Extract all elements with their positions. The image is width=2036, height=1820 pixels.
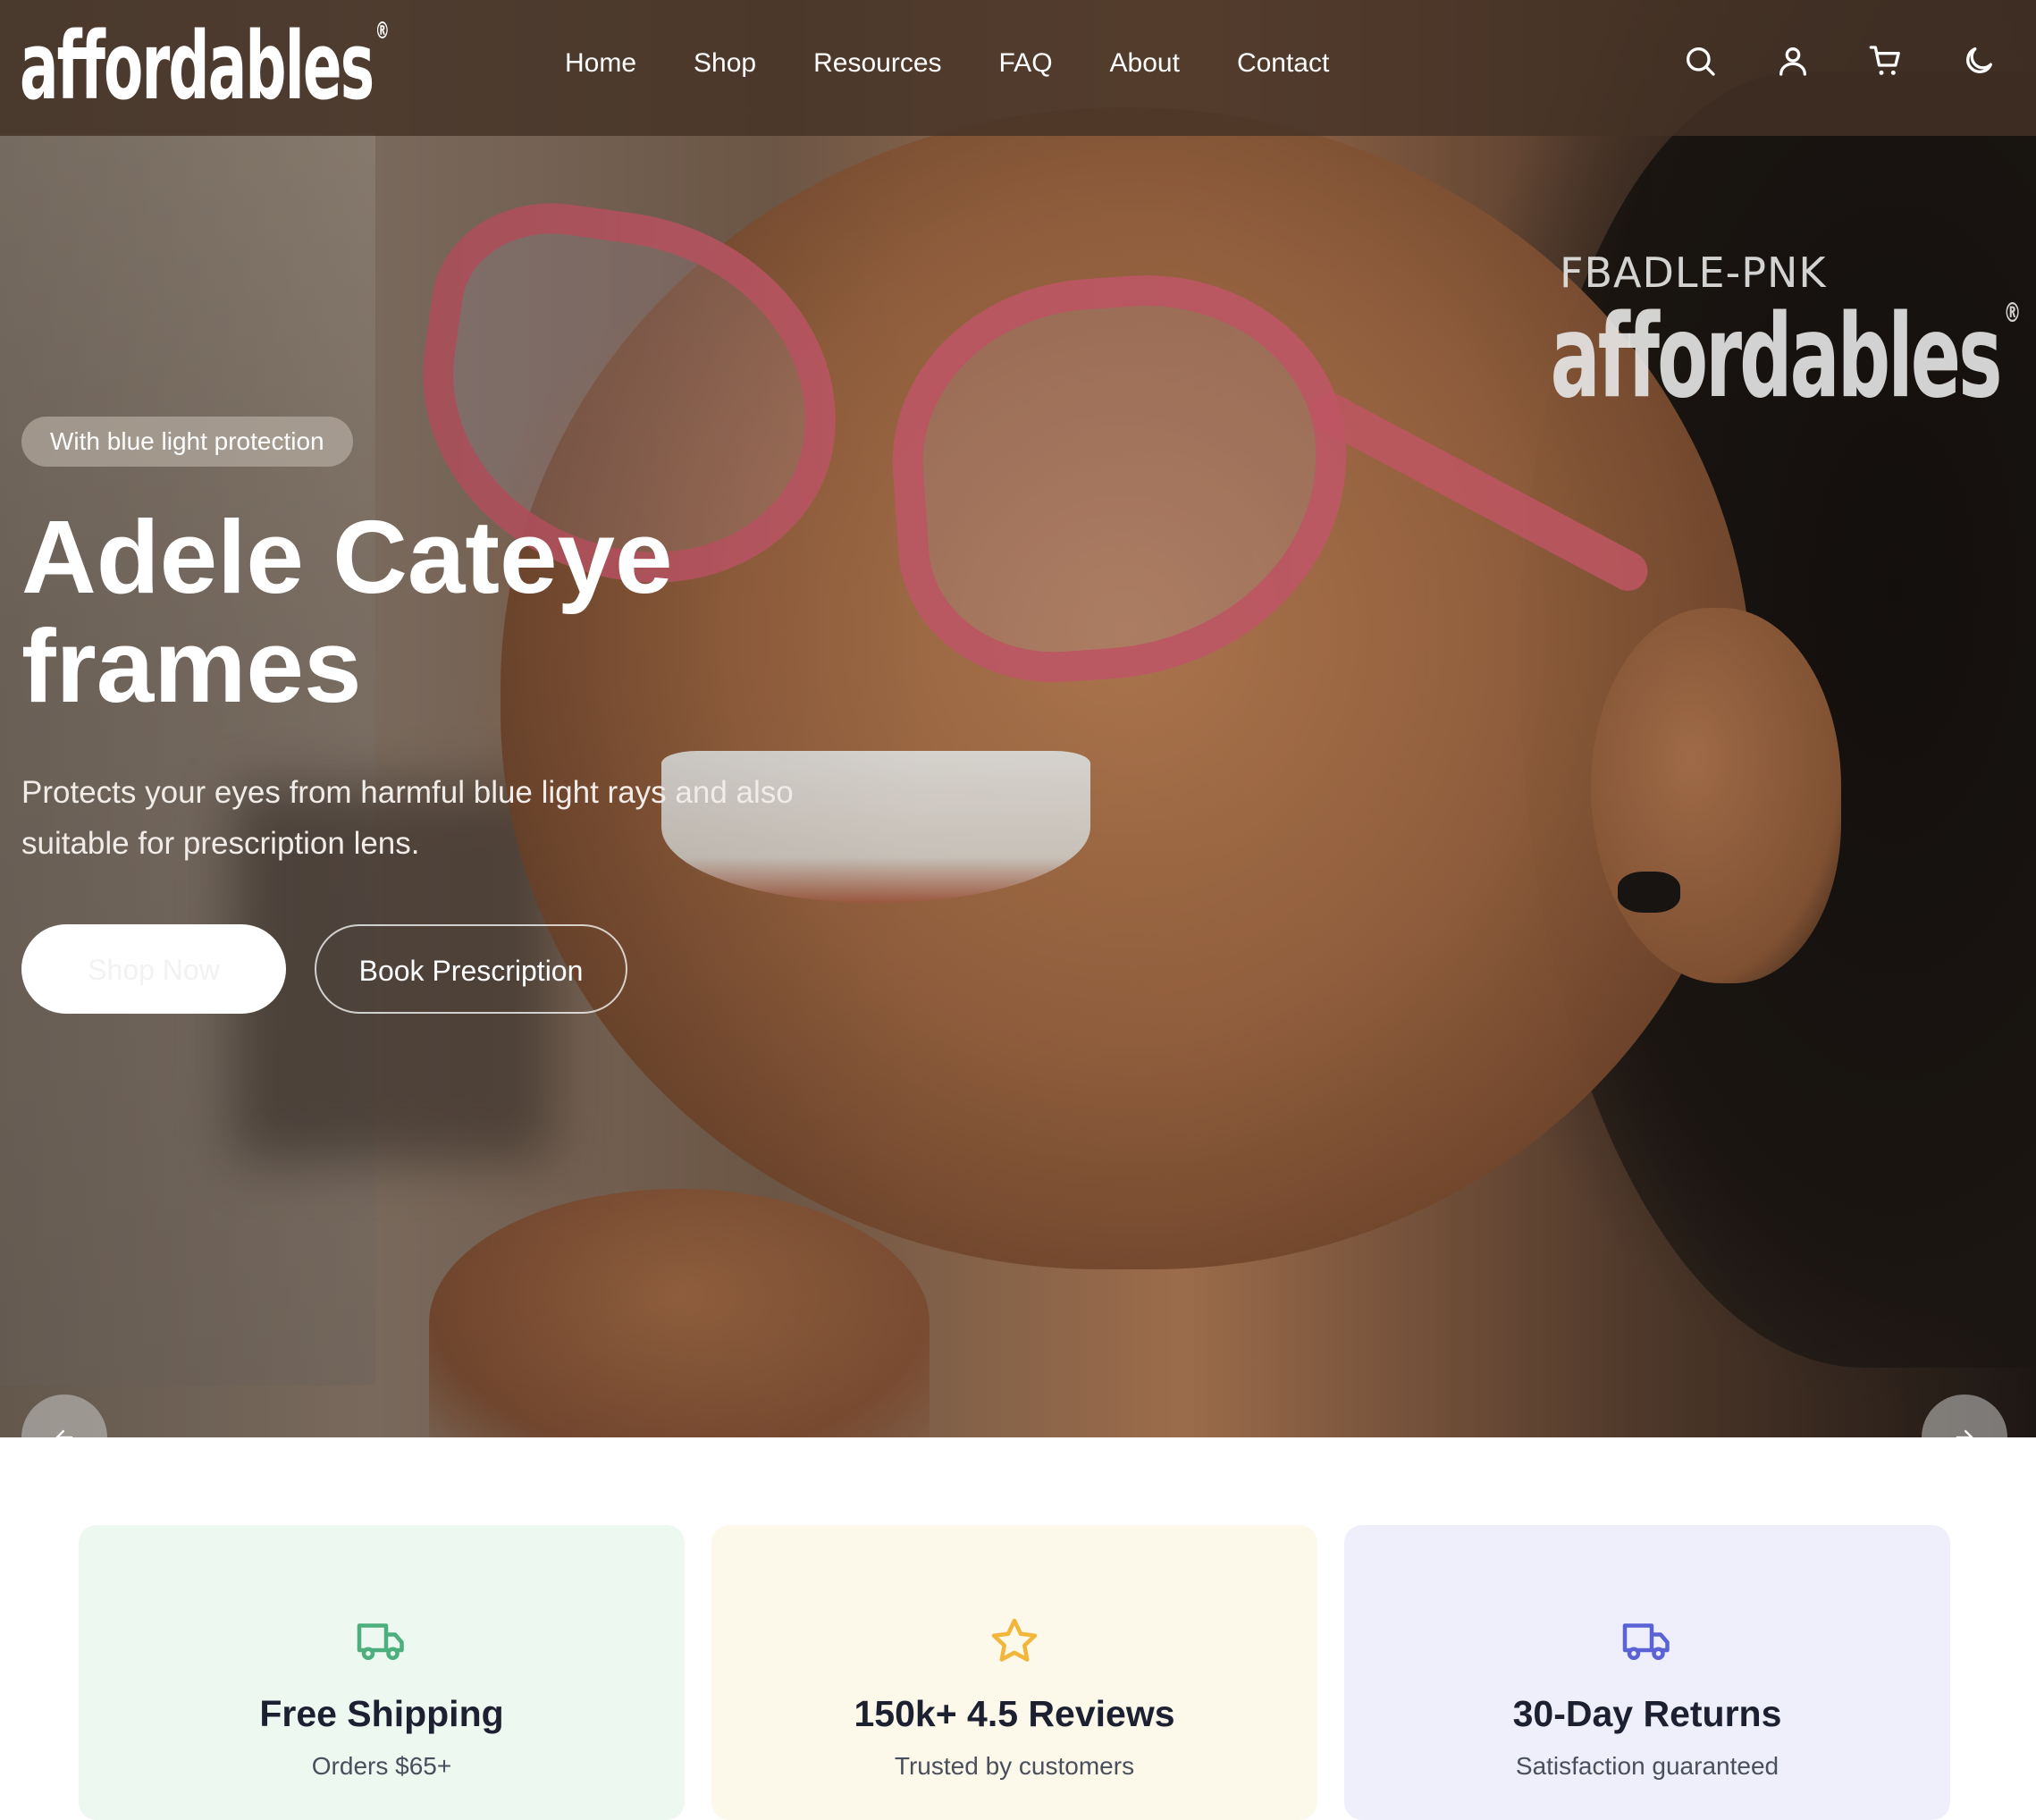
book-prescription-button[interactable]: Book Prescription: [315, 924, 627, 1014]
feature-card-shipping: Free Shipping Orders $65+: [79, 1525, 685, 1820]
product-watermark: FBADLE-PNK affordables ®: [1368, 249, 2021, 424]
hero-banner: FBADLE-PNK affordables ® With blue light …: [0, 0, 2036, 1437]
nav-link-about[interactable]: About: [1110, 48, 1180, 79]
product-sku: FBADLE-PNK: [1560, 249, 1827, 297]
arrow-left-icon: [55, 1429, 73, 1437]
hero-description: Protects your eyes from harmful blue lig…: [21, 775, 794, 861]
arrow-right-icon: [1956, 1429, 1973, 1437]
feature-subtitle: Orders $65+: [311, 1752, 452, 1780]
feature-title: Free Shipping: [259, 1693, 504, 1734]
truck-icon: [355, 1614, 408, 1668]
dark-mode-moon-icon[interactable]: [1961, 43, 1997, 79]
hero-badge: With blue light protection: [21, 417, 353, 467]
nav-link-contact[interactable]: Contact: [1237, 48, 1329, 79]
watermark-logo: affordables ®: [1550, 291, 2021, 424]
nav-link-faq[interactable]: FAQ: [999, 48, 1053, 79]
truck-icon: [1620, 1614, 1674, 1668]
feature-title: 150k+ 4.5 Reviews: [854, 1693, 1175, 1734]
feature-subtitle: Trusted by customers: [894, 1752, 1135, 1780]
header-actions: [1625, 43, 1997, 79]
feature-title: 30-Day Returns: [1512, 1693, 1782, 1734]
features-row: Free Shipping Orders $65+ 150k+ 4.5 Revi…: [79, 1525, 1950, 1820]
shop-now-button[interactable]: Shop Now: [21, 924, 286, 1014]
brand-logo[interactable]: affordables®: [20, 20, 390, 113]
top-navigation: affordables® Home Shop Resources FAQ Abo…: [0, 0, 2036, 136]
nav-link-home[interactable]: Home: [565, 48, 636, 79]
hero-title: Adele Cateye frames: [21, 499, 673, 724]
feature-card-returns: 30-Day Returns Satisfaction guaranteed: [1344, 1525, 1950, 1820]
search-icon[interactable]: [1682, 43, 1718, 79]
star-icon: [988, 1614, 1041, 1668]
nav-link-resources[interactable]: Resources: [813, 48, 941, 79]
main-menu: Home Shop Resources FAQ About Contact: [565, 48, 1386, 79]
user-icon[interactable]: [1775, 43, 1811, 79]
feature-card-reviews: 150k+ 4.5 Reviews Trusted by customers: [711, 1525, 1317, 1820]
nav-link-shop[interactable]: Shop: [694, 48, 756, 79]
cart-icon[interactable]: [1868, 43, 1904, 79]
feature-subtitle: Satisfaction guaranteed: [1515, 1752, 1779, 1780]
